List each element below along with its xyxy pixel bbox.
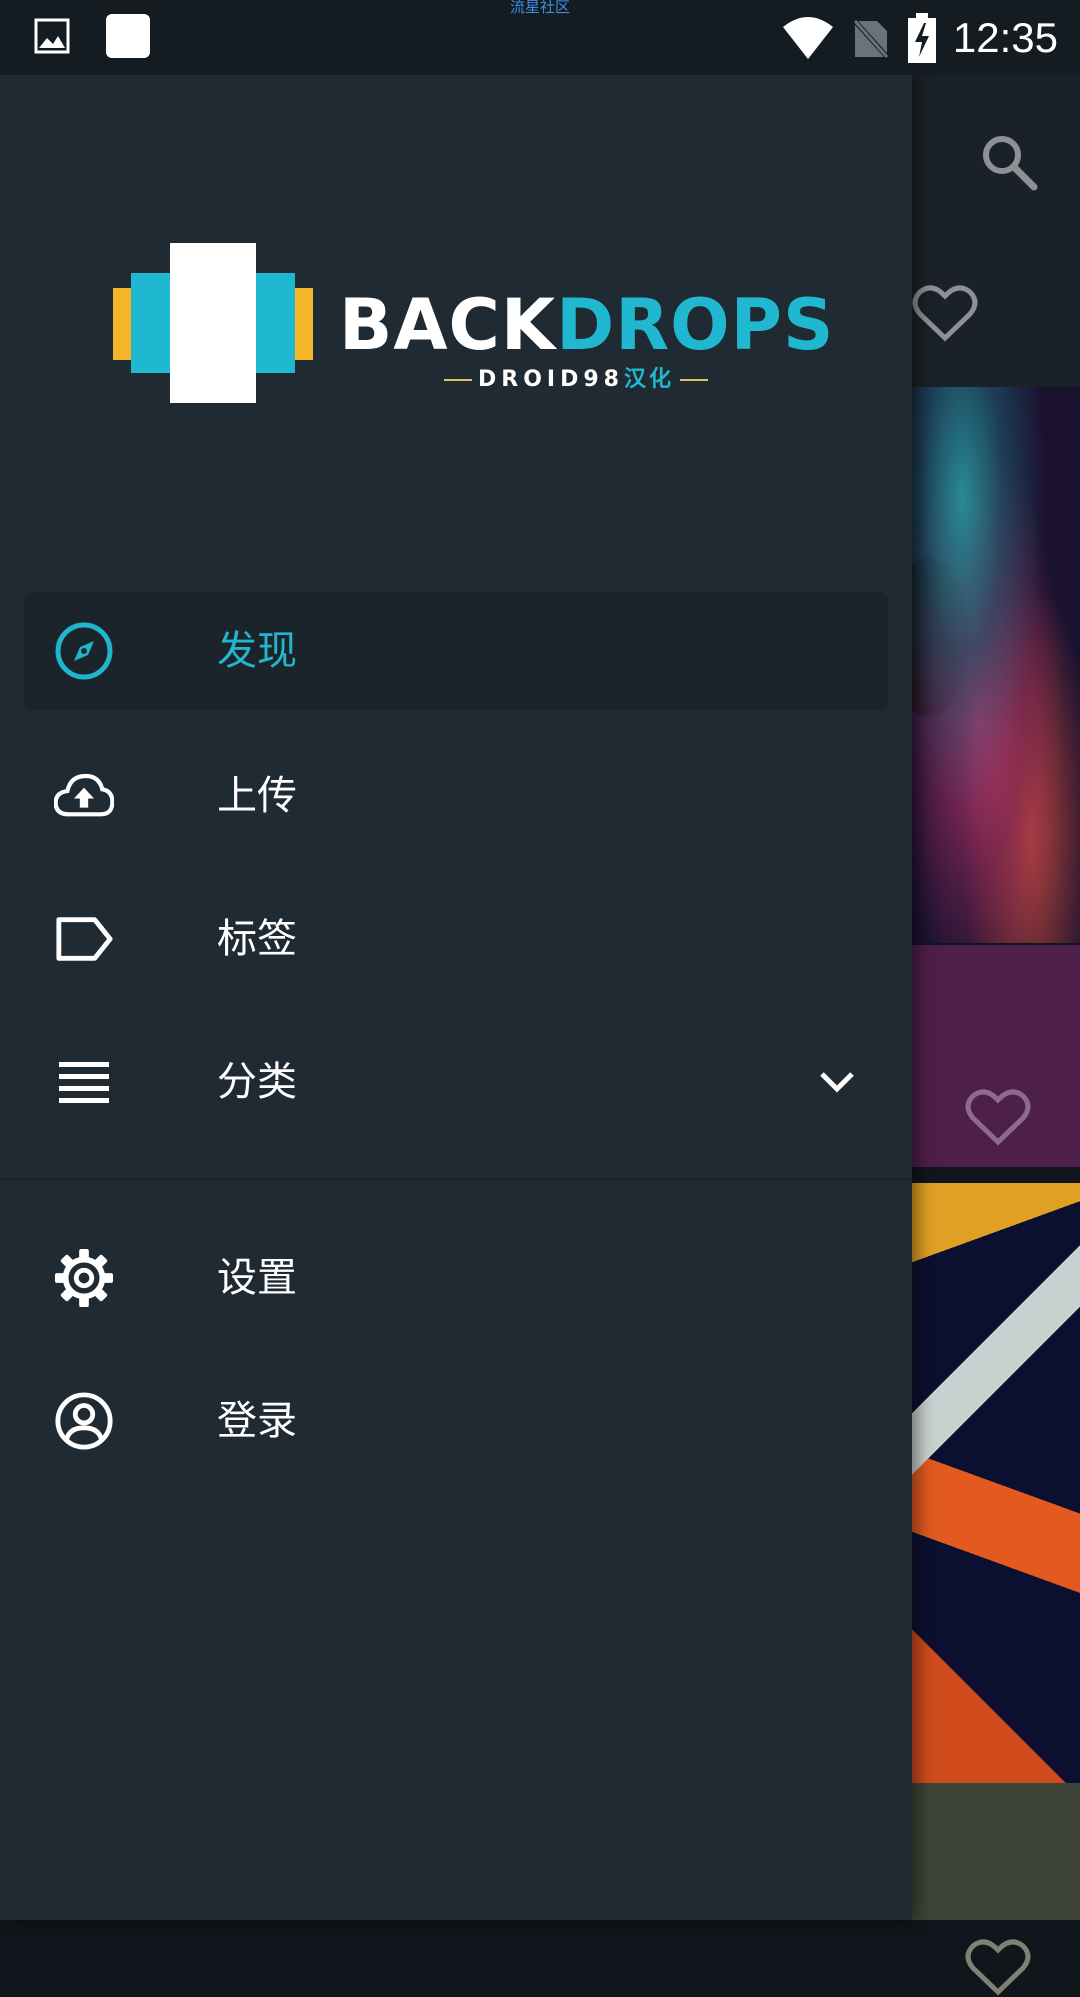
nav-label: 发现 <box>217 628 297 674</box>
logo-subtitle: DROID98汉化 <box>438 361 714 393</box>
heart-icon[interactable] <box>965 1087 1031 1147</box>
clock: 12:35 <box>952 14 1058 61</box>
list-icon <box>54 1052 114 1112</box>
battery-charging-icon <box>907 13 936 63</box>
wifi-icon <box>782 17 833 59</box>
nav-item-tags[interactable]: 标签 <box>24 880 888 998</box>
app-logo: BACKDROPS DROID98汉化 <box>113 243 833 403</box>
heart-icon[interactable] <box>912 283 978 343</box>
status-bar: 流星社区 12:35 <box>0 0 1080 75</box>
nav-label: 标签 <box>217 916 297 962</box>
cloud-upload-icon <box>54 766 114 826</box>
wallpaper-card-footer <box>912 1783 1080 1920</box>
nav-item-discover[interactable]: 发现 <box>24 592 888 710</box>
drawer-divider <box>0 1178 912 1181</box>
app-notification-icon <box>106 14 150 58</box>
tag-icon <box>54 909 114 969</box>
wallpaper-card[interactable] <box>912 387 1080 943</box>
logo-wordmark: BACKDROPS <box>339 284 835 366</box>
nav-label: 登录 <box>217 1398 297 1444</box>
search-icon[interactable] <box>978 131 1038 191</box>
nav-label: 分类 <box>217 1059 297 1105</box>
heart-icon[interactable] <box>965 1937 1031 1997</box>
gear-icon <box>54 1248 114 1308</box>
nav-item-settings[interactable]: 设置 <box>24 1219 888 1337</box>
wallpaper-card[interactable] <box>912 1183 1080 1783</box>
drawer-header: BACKDROPS DROID98汉化 <box>0 75 912 575</box>
chevron-down-icon[interactable] <box>814 1059 860 1105</box>
no-sim-icon <box>851 17 891 61</box>
nav-item-login[interactable]: 登录 <box>24 1362 888 1480</box>
navigation-drawer: BACKDROPS DROID98汉化 发现 上传 标签 分类 设置 登录 <box>0 75 912 1920</box>
compass-icon <box>54 621 114 681</box>
nav-item-upload[interactable]: 上传 <box>24 737 888 855</box>
nav-label: 上传 <box>217 773 297 819</box>
nav-label: 设置 <box>217 1255 297 1301</box>
nav-item-categories[interactable]: 分类 <box>24 1023 888 1141</box>
account-circle-icon <box>54 1391 114 1451</box>
image-notification-icon <box>34 18 70 54</box>
backdrops-logo-mark <box>113 243 313 403</box>
